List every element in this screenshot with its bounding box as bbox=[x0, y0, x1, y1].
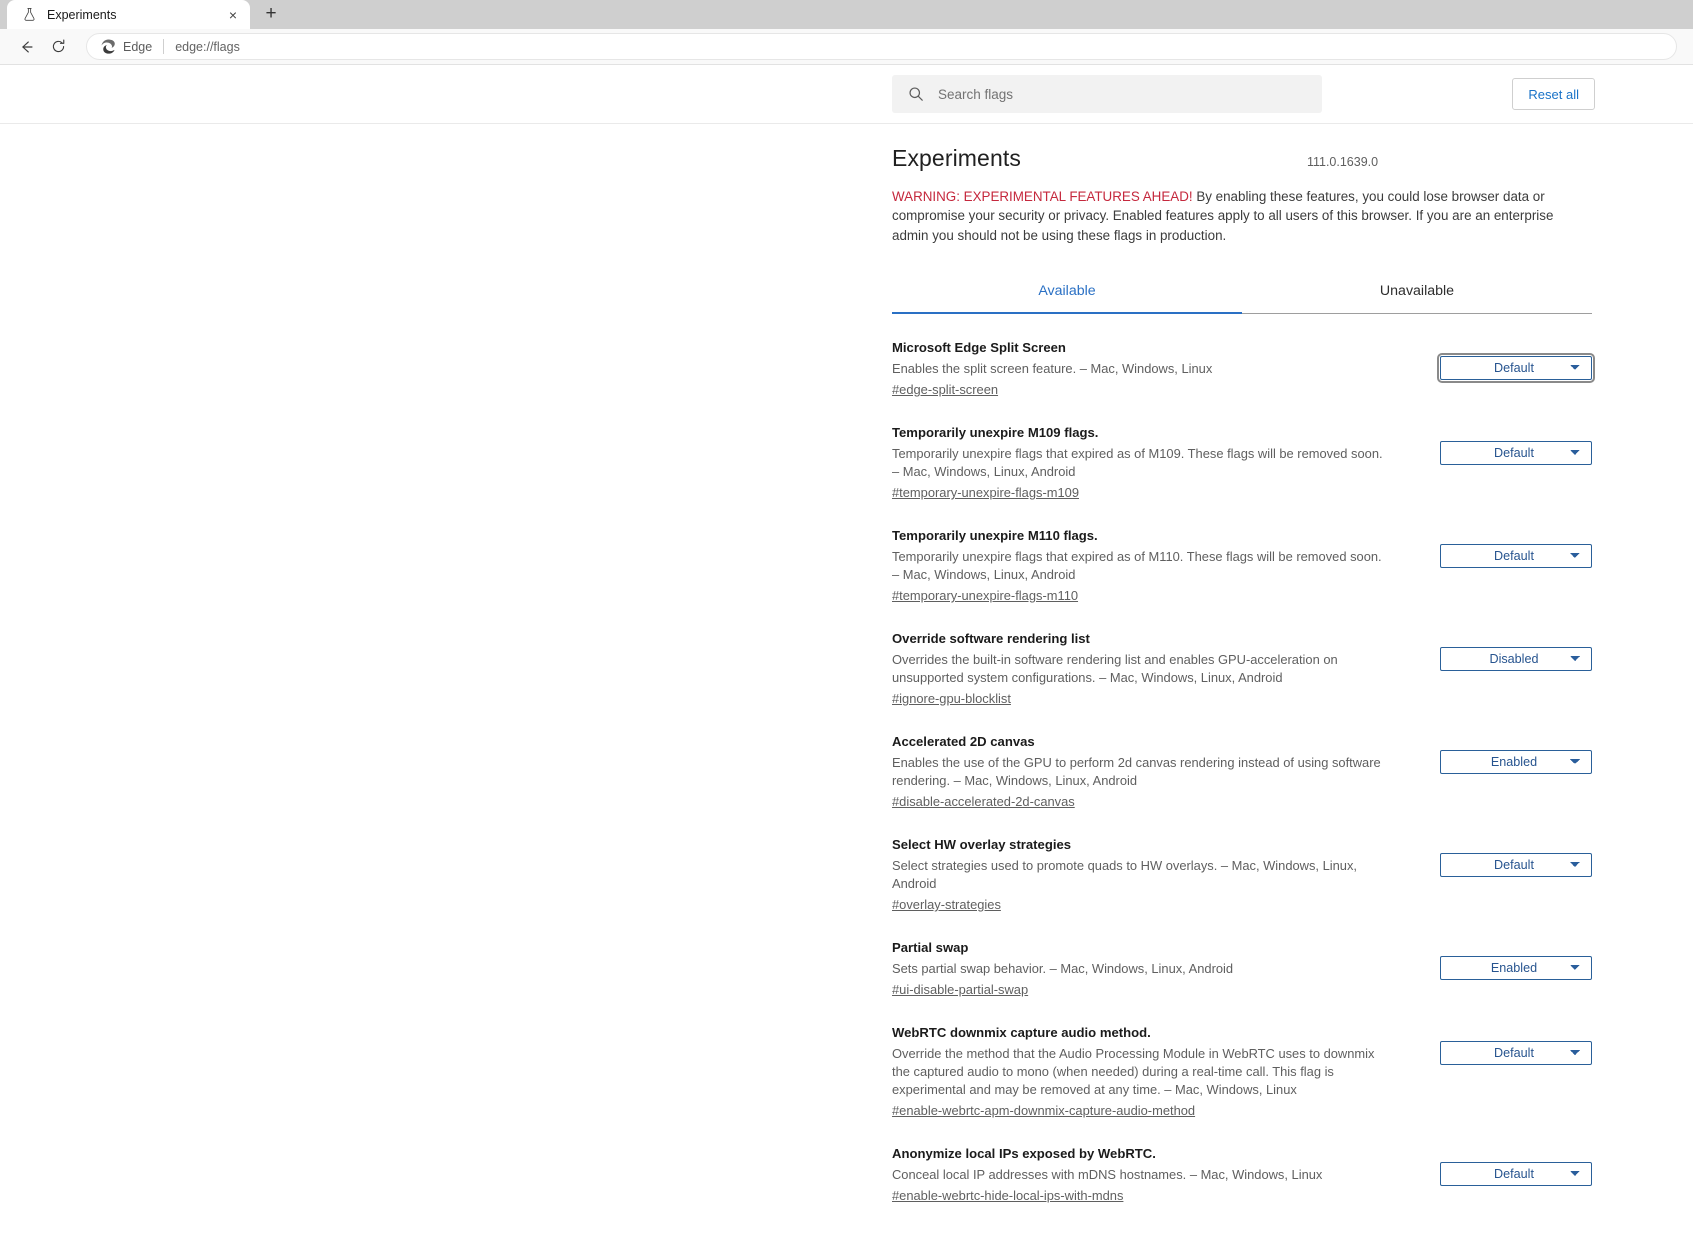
flag-row: Anonymize local IPs exposed by WebRTC. Co… bbox=[892, 1128, 1592, 1213]
flag-name: Microsoft Edge Split Screen bbox=[892, 340, 1066, 356]
warning-text: WARNING: EXPERIMENTAL FEATURES AHEAD! By… bbox=[892, 187, 1592, 245]
flag-control: DefaultEnabledDisabled bbox=[1392, 339, 1595, 384]
flag-control: DefaultEnabledDisabled bbox=[1392, 1145, 1592, 1187]
flag-anchor-link[interactable]: #enable-webrtc-hide-local-ips-with-mdns bbox=[892, 1187, 1123, 1205]
flag-row: Temporarily unexpire M109 flags. Temporar… bbox=[892, 407, 1592, 510]
flag-state-select[interactable]: DefaultEnabledDisabled bbox=[1440, 1162, 1592, 1187]
flag-text-block: Accelerated 2D canvas Enables the use of … bbox=[892, 733, 1392, 811]
flag-description: Temporarily unexpire flags that expired … bbox=[892, 549, 1382, 583]
flag-state-select[interactable]: DefaultEnabledDisabled bbox=[1440, 1041, 1592, 1066]
title-row: Experiments 111.0.1639.0 bbox=[892, 124, 1592, 172]
search-flags-container[interactable] bbox=[892, 75, 1322, 113]
flag-description: Enables the use of the GPU to perform 2d… bbox=[892, 755, 1381, 789]
flag-text-block: WebRTC downmix capture audio method. Over… bbox=[892, 1024, 1392, 1120]
flag-row: Override software rendering list Override… bbox=[892, 613, 1592, 716]
close-icon[interactable]: × bbox=[224, 6, 242, 24]
flag-description: Sets partial swap behavior. – Mac, Windo… bbox=[892, 961, 1234, 977]
flag-text-block: Temporarily unexpire M109 flags. Temporar… bbox=[892, 424, 1392, 502]
flag-control: DefaultEnabledDisabled bbox=[1392, 836, 1592, 878]
edge-logo-icon bbox=[101, 39, 116, 54]
flag-state-select[interactable]: DefaultEnabledDisabled bbox=[1440, 544, 1592, 569]
flag-control: DefaultEnabledDisabled bbox=[1392, 939, 1592, 981]
flag-control: DefaultEnabledDisabled bbox=[1392, 630, 1592, 672]
flag-control: DefaultEnabledDisabled bbox=[1392, 527, 1592, 569]
flag-state-select[interactable]: DefaultEnabledDisabled bbox=[1440, 750, 1592, 775]
flag-state-select[interactable]: DefaultEnabledDisabled bbox=[1440, 647, 1592, 672]
tab-title: Experiments bbox=[47, 7, 117, 22]
flag-anchor-link[interactable]: #temporary-unexpire-flags-m110 bbox=[892, 587, 1078, 605]
reset-all-button[interactable]: Reset all bbox=[1512, 78, 1595, 110]
flag-state-select[interactable]: DefaultEnabledDisabled bbox=[1440, 441, 1592, 466]
flag-anchor-link[interactable]: #ignore-gpu-blocklist bbox=[892, 690, 1011, 708]
flag-row: WebRTC downmix capture audio method. Over… bbox=[892, 1007, 1592, 1128]
flags-page: Reset all Experiments 111.0.1639.0 WARNI… bbox=[0, 65, 1693, 1255]
flag-row: Temporarily unexpire M110 flags. Temporar… bbox=[892, 510, 1592, 613]
browser-chrome: Experiments × + Edge edge://flags bbox=[0, 0, 1693, 65]
flag-list: Microsoft Edge Split Screen Enables the s… bbox=[892, 314, 1595, 1213]
flag-state-select[interactable]: DefaultEnabledDisabled bbox=[1440, 853, 1592, 878]
flag-name: Override software rendering list bbox=[892, 631, 1090, 647]
flags-content: Experiments 111.0.1639.0 WARNING: EXPERI… bbox=[0, 124, 1693, 1254]
flag-description: Select strategies used to promote quads … bbox=[892, 858, 1357, 892]
warning-lead: WARNING: EXPERIMENTAL FEATURES AHEAD! bbox=[892, 189, 1193, 204]
page-title: Experiments bbox=[892, 145, 1021, 171]
browser-toolbar: Edge edge://flags bbox=[0, 29, 1693, 65]
flag-anchor-link[interactable]: #enable-webrtc-apm-downmix-capture-audio… bbox=[892, 1102, 1195, 1120]
flag-description: Override the method that the Audio Proce… bbox=[892, 1046, 1375, 1098]
flag-control: DefaultEnabledDisabled bbox=[1392, 1024, 1592, 1066]
search-icon bbox=[908, 86, 925, 103]
back-button[interactable] bbox=[10, 32, 42, 62]
flag-name: WebRTC downmix capture audio method. bbox=[892, 1025, 1151, 1041]
flag-name: Temporarily unexpire M109 flags. bbox=[892, 425, 1099, 441]
flag-description: Enables the split screen feature. – Mac,… bbox=[892, 361, 1213, 377]
flags-header: Reset all bbox=[0, 65, 1693, 124]
version-label: 111.0.1639.0 bbox=[1306, 155, 1379, 169]
flag-description: Overrides the built-in software renderin… bbox=[892, 652, 1338, 686]
flag-text-block: Select HW overlay strategies Select strat… bbox=[892, 836, 1392, 914]
flag-name: Partial swap bbox=[892, 940, 969, 956]
flag-text-block: Microsoft Edge Split Screen Enables the s… bbox=[892, 339, 1392, 399]
flag-control: DefaultEnabledDisabled bbox=[1392, 424, 1592, 466]
flag-anchor-link[interactable]: #ui-disable-partial-swap bbox=[892, 981, 1028, 999]
flag-state-select[interactable]: DefaultEnabledDisabled bbox=[1440, 956, 1592, 981]
flag-row: Accelerated 2D canvas Enables the use of … bbox=[892, 716, 1592, 819]
flag-text-block: Temporarily unexpire M110 flags. Temporar… bbox=[892, 527, 1392, 605]
back-arrow-icon bbox=[22, 40, 33, 53]
omnibox-url-text: edge://flags bbox=[175, 39, 240, 54]
omnibox-brand-label: Edge bbox=[123, 39, 153, 54]
flag-anchor-link[interactable]: #overlay-strategies bbox=[892, 896, 1001, 914]
flag-row: Select HW overlay strategies Select strat… bbox=[892, 819, 1592, 922]
flag-anchor-link[interactable]: #disable-accelerated-2d-canvas bbox=[892, 793, 1075, 811]
tab-available[interactable]: Available bbox=[892, 270, 1242, 315]
flag-row: Microsoft Edge Split Screen Enables the s… bbox=[892, 322, 1595, 407]
flag-name: Temporarily unexpire M110 flags. bbox=[892, 528, 1098, 544]
flags-tabs: Available Unavailable bbox=[892, 270, 1592, 315]
browser-tab-experiments[interactable]: Experiments × bbox=[7, 0, 250, 29]
omnibox-separator bbox=[163, 39, 165, 54]
address-bar[interactable]: Edge edge://flags bbox=[86, 33, 1677, 60]
flask-icon bbox=[21, 7, 37, 23]
flag-name: Anonymize local IPs exposed by WebRTC. bbox=[892, 1146, 1156, 1162]
flag-description: Temporarily unexpire flags that expired … bbox=[892, 446, 1383, 480]
flag-state-select[interactable]: DefaultEnabledDisabled bbox=[1437, 353, 1595, 384]
reload-icon bbox=[52, 39, 64, 53]
new-tab-button[interactable]: + bbox=[254, 1, 288, 27]
flag-anchor-link[interactable]: #temporary-unexpire-flags-m109 bbox=[892, 484, 1079, 502]
flag-name: Select HW overlay strategies bbox=[892, 837, 1072, 853]
search-input[interactable] bbox=[938, 86, 1306, 102]
flag-row: Partial swap Sets partial swap behavior. … bbox=[892, 922, 1592, 1007]
tab-strip: Experiments × + bbox=[0, 0, 1693, 29]
reload-button[interactable] bbox=[42, 32, 74, 62]
tab-unavailable[interactable]: Unavailable bbox=[1242, 270, 1592, 313]
flag-name: Accelerated 2D canvas bbox=[892, 734, 1035, 750]
flag-control: DefaultEnabledDisabled bbox=[1392, 733, 1592, 775]
flag-description: Conceal local IP addresses with mDNS hos… bbox=[892, 1167, 1323, 1183]
flag-text-block: Override software rendering list Override… bbox=[892, 630, 1392, 708]
flag-text-block: Anonymize local IPs exposed by WebRTC. Co… bbox=[892, 1145, 1392, 1205]
flag-anchor-link[interactable]: #edge-split-screen bbox=[892, 381, 998, 399]
flag-text-block: Partial swap Sets partial swap behavior. … bbox=[892, 939, 1392, 999]
